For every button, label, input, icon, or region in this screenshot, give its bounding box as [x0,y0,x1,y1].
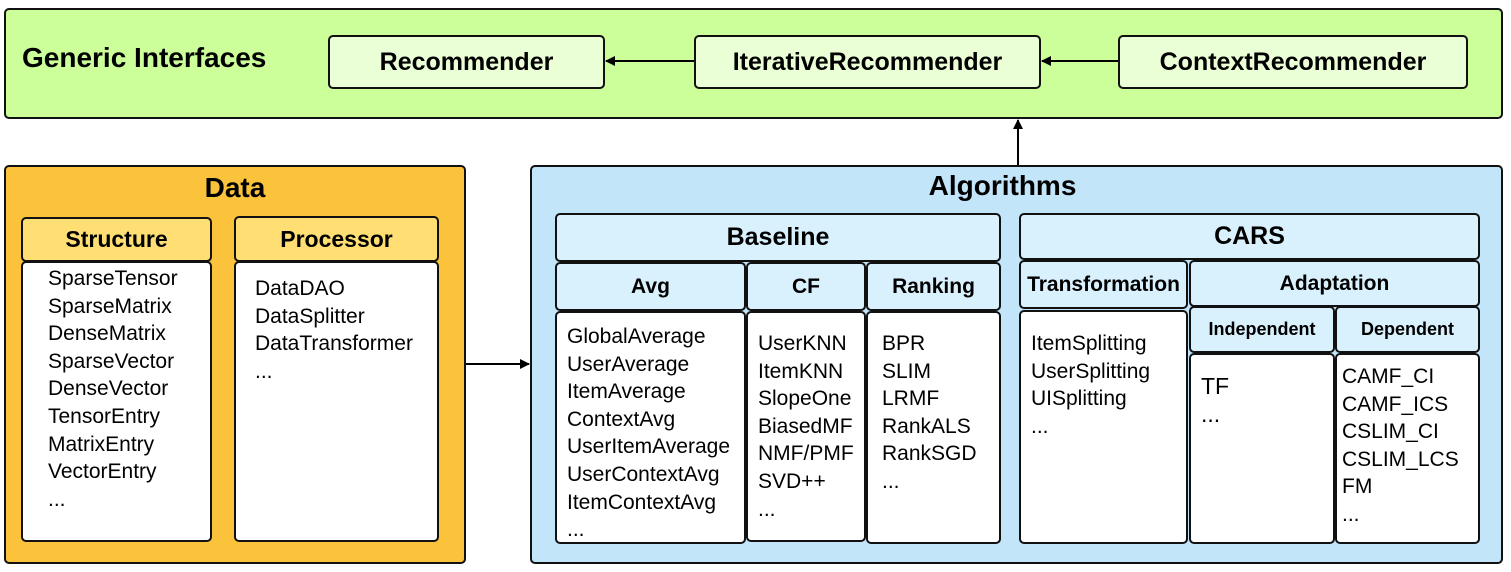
architecture-diagram: Generic Interfaces Recommender Iterative… [0,0,1511,572]
arrows-layer [466,56,1118,369]
